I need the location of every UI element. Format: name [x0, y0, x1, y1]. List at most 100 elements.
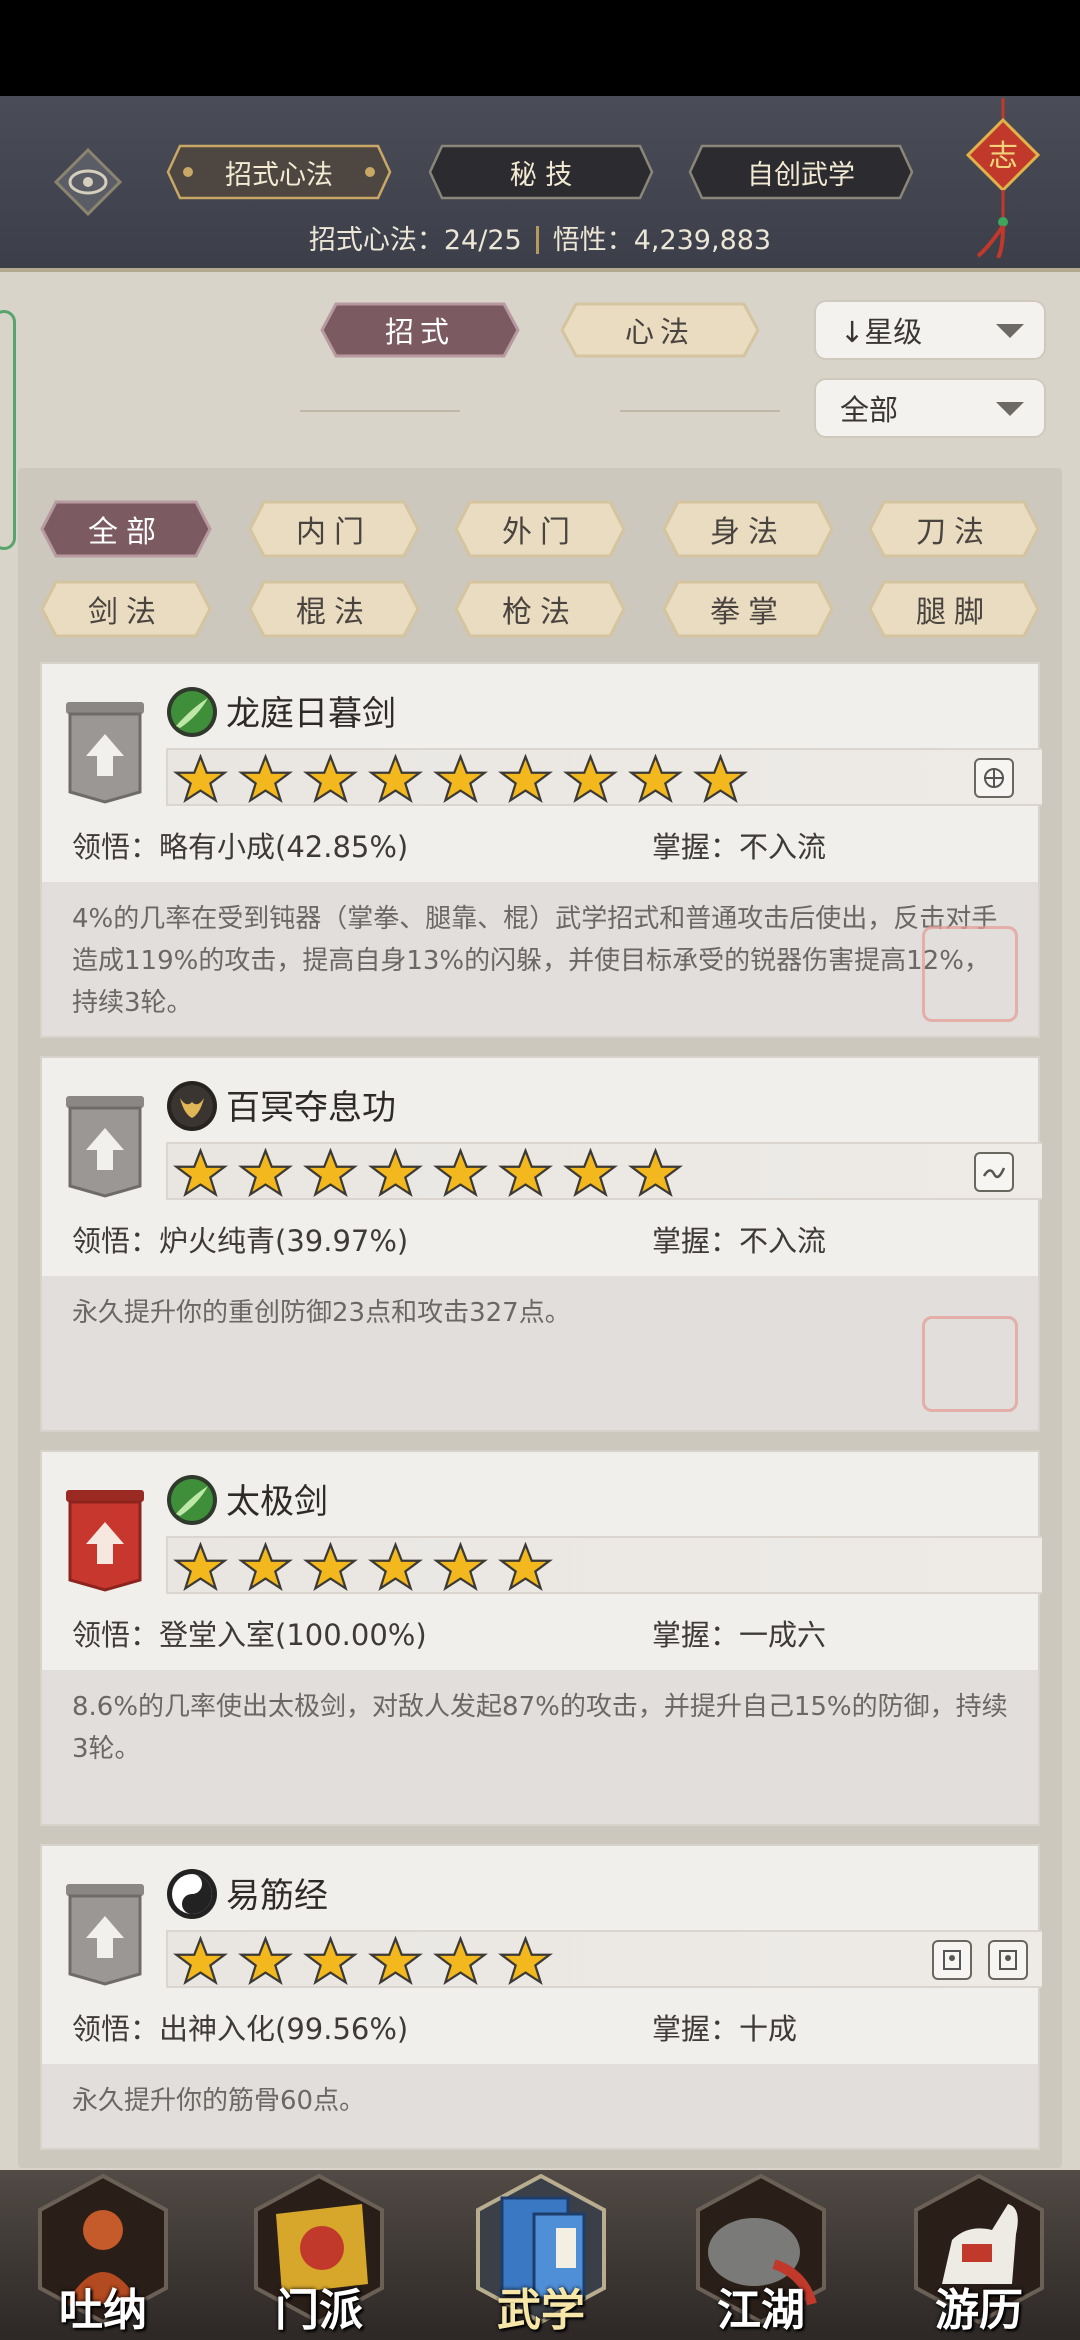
- scope-dropdown-value: 全部: [840, 393, 899, 427]
- nav-breathing[interactable]: 吐纳: [28, 2174, 178, 2340]
- category-label: 剑法: [88, 595, 164, 630]
- category-9[interactable]: 拳掌: [662, 580, 834, 638]
- mastery-label: 掌握：: [652, 1224, 740, 1258]
- comprehension-row: 领悟：登堂入室(100.00%): [72, 1612, 427, 1654]
- star-icon: [498, 1936, 553, 1986]
- view-toggle-button[interactable]: [52, 146, 124, 218]
- tab-custom-martial[interactable]: 自创武学: [688, 144, 914, 200]
- category-label: 外门: [502, 515, 578, 550]
- sort-dropdown-value: ↓星级: [840, 315, 923, 349]
- skill-card[interactable]: 易筋经 领悟：出神入化(99.56%) 掌握：十成 永久提升你的筋骨60点。: [40, 1844, 1042, 2150]
- star-icon: [433, 1542, 488, 1592]
- star-icon: [368, 754, 423, 804]
- nav-label: 江湖: [717, 2285, 805, 2336]
- chinese-knot-icon: 志: [965, 98, 1041, 259]
- star-icon: [628, 754, 683, 804]
- category-10[interactable]: 腿脚: [868, 580, 1040, 638]
- skill-card[interactable]: 太极剑 领悟：登堂入室(100.00%) 掌握：一成六 8.6%的几率使出太极剑…: [40, 1450, 1042, 1826]
- mastery-row: 掌握：一成六: [652, 1612, 826, 1654]
- tab-moves[interactable]: 招式: [320, 302, 520, 358]
- header: 招式心法 秘 技 自创武学 招式心法：24/25 悟性：4,239,883 志: [0, 96, 1080, 272]
- knot-char: 志: [988, 139, 1018, 174]
- mastery-row: 掌握：不入流: [652, 1218, 826, 1260]
- comprehension-label: 领悟：: [72, 830, 160, 864]
- skill-description: 8.6%的几率使出太极剑，对敌人发起87%的攻击，并提升自己15%的防御，持续3…: [72, 1692, 1008, 1764]
- mastery-value: 不入流: [739, 830, 827, 864]
- skill-card[interactable]: 龙庭日暮剑 领悟：略有小成(42.85%) 掌握：不入流 4%的几率在受到钝器（…: [40, 662, 1042, 1038]
- seal-stamp-icon: [922, 1316, 1018, 1412]
- star-icon: [628, 1148, 683, 1198]
- header-stats: 招式心法：24/25 悟性：4,239,883: [0, 218, 1080, 257]
- star-rating: [166, 1536, 1042, 1594]
- tab-label: 招式心法: [225, 159, 333, 191]
- nav-travel[interactable]: 游历: [904, 2174, 1054, 2340]
- star-icon: [368, 1936, 423, 1986]
- category-3[interactable]: 外门: [454, 500, 626, 558]
- tab-methods[interactable]: 心法: [560, 302, 760, 358]
- star-icon: [303, 1148, 358, 1198]
- count-label: 招式心法：: [308, 225, 444, 256]
- nav-label: 武学: [497, 2285, 585, 2336]
- upgrade-badge-icon[interactable]: [62, 1094, 148, 1198]
- divider-right: [620, 410, 780, 412]
- star-icon: [498, 1542, 553, 1592]
- category-label: 内门: [296, 515, 372, 550]
- nav-label: 游历: [935, 2285, 1023, 2336]
- tab-label: 秘 技: [509, 159, 573, 191]
- side-drawer-handle[interactable]: [0, 310, 16, 550]
- count-value: 24/25: [443, 225, 522, 256]
- nav-martial-arts[interactable]: 武学: [466, 2174, 616, 2340]
- insight-label: 悟性：: [552, 225, 634, 256]
- star-icon: [498, 1148, 553, 1198]
- star-icon: [238, 1148, 293, 1198]
- tab-methods-label: 心法: [624, 315, 695, 349]
- mastery-label: 掌握：: [652, 830, 740, 864]
- scroll-icon[interactable]: [988, 1940, 1028, 1980]
- category-2[interactable]: 内门: [248, 500, 420, 558]
- star-icon: [238, 754, 293, 804]
- upgrade-badge-icon[interactable]: [62, 1488, 148, 1592]
- chevron-down-icon: [996, 402, 1024, 416]
- sword-icon: [167, 687, 217, 737]
- scope-dropdown[interactable]: 全部: [814, 378, 1046, 438]
- skill-name: 易筋经: [226, 1876, 328, 1916]
- nav-label: 吐纳: [59, 2285, 147, 2336]
- nav-jianghu[interactable]: 江湖: [686, 2174, 836, 2340]
- compass-icon[interactable]: [974, 758, 1014, 798]
- star-rating: [166, 748, 1042, 806]
- chinese-knot-button[interactable]: 志: [958, 98, 1048, 259]
- star-icon: [303, 754, 358, 804]
- comprehension-row: 领悟：炉火纯青(39.97%): [72, 1218, 408, 1260]
- star-icon: [498, 754, 553, 804]
- upgrade-badge-icon[interactable]: [62, 1882, 148, 1986]
- category-label: 枪法: [502, 595, 578, 630]
- star-icon: [368, 1542, 423, 1592]
- sort-dropdown[interactable]: ↓星级: [814, 300, 1046, 360]
- wave-icon[interactable]: [974, 1152, 1014, 1192]
- comprehension-label: 领悟：: [72, 1618, 160, 1652]
- mastery-value: 十成: [739, 2012, 798, 2046]
- category-8[interactable]: 枪法: [454, 580, 626, 638]
- comprehension-label: 领悟：: [72, 2012, 160, 2046]
- comprehension-value: 出神入化(99.56%): [159, 2012, 409, 2046]
- tab-moves-methods[interactable]: 招式心法: [166, 144, 392, 200]
- scroll-icon[interactable]: [932, 1940, 972, 1980]
- chevron-down-icon: [996, 324, 1024, 338]
- star-icon: [433, 1936, 488, 1986]
- divider-left: [300, 410, 460, 412]
- category-4[interactable]: 身法: [662, 500, 834, 558]
- skill-name: 龙庭日暮剑: [226, 694, 396, 734]
- comprehension-value: 略有小成(42.85%): [159, 830, 409, 864]
- category-5[interactable]: 刀法: [868, 500, 1040, 558]
- star-icon: [173, 1542, 228, 1592]
- tab-moves-label: 招式: [384, 315, 455, 349]
- category-1[interactable]: 全部: [40, 500, 212, 558]
- category-7[interactable]: 棍法: [248, 580, 420, 638]
- category-6[interactable]: 剑法: [40, 580, 212, 638]
- tab-secret-skills[interactable]: 秘 技: [428, 144, 654, 200]
- upgrade-badge-icon[interactable]: [62, 700, 148, 804]
- skill-card[interactable]: 百冥夺息功 领悟：炉火纯青(39.97%) 掌握：不入流 永久提升你的重创防御2…: [40, 1056, 1042, 1432]
- category-label: 刀法: [916, 515, 992, 550]
- category-label: 身法: [710, 515, 786, 550]
- nav-sect[interactable]: 门派: [244, 2174, 394, 2340]
